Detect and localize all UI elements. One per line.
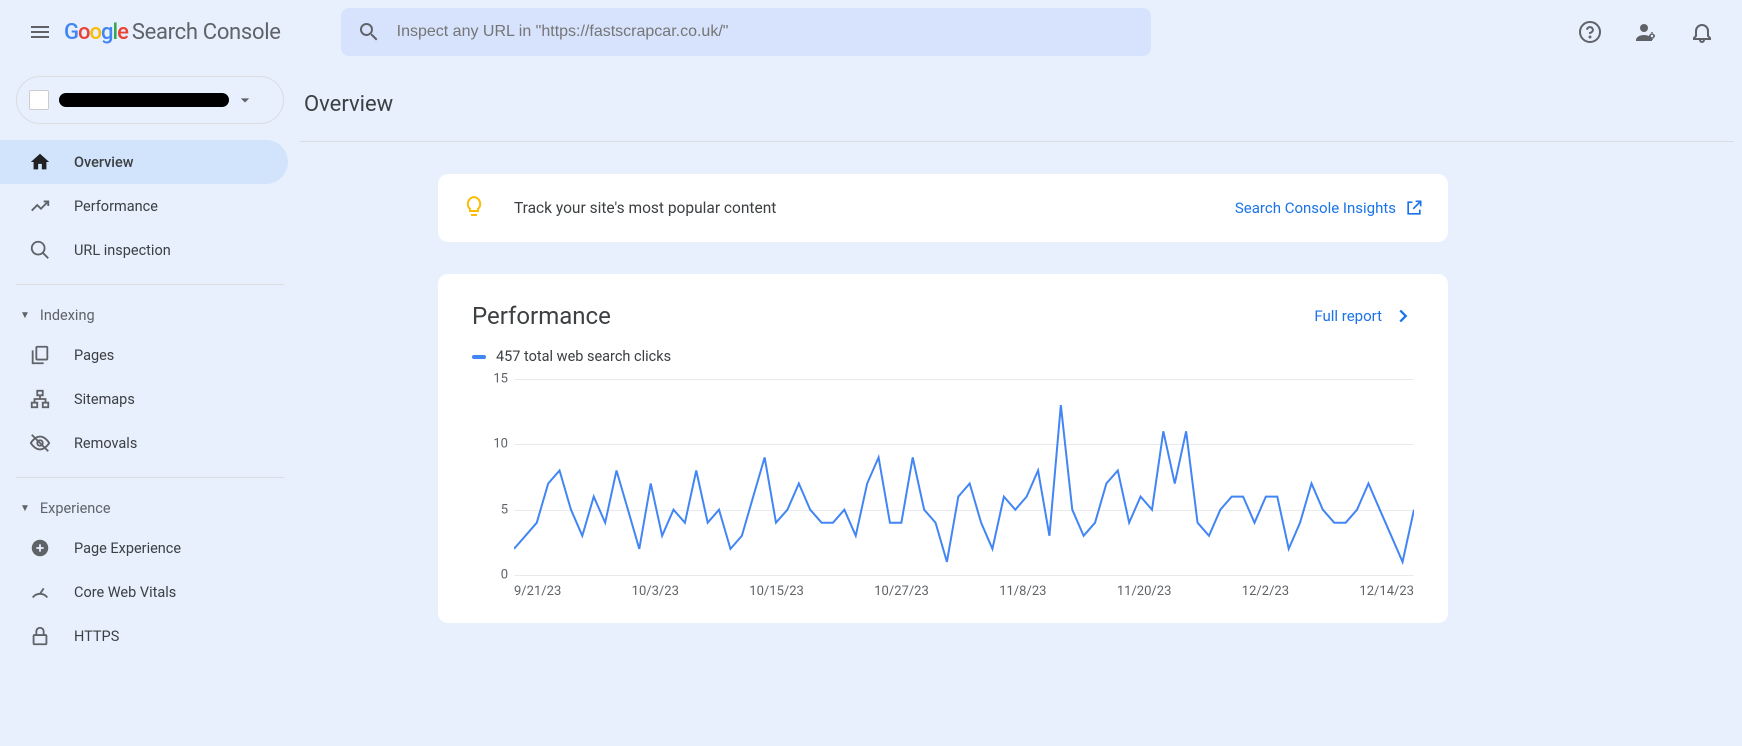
search-icon xyxy=(357,20,381,44)
search-icon xyxy=(28,238,52,262)
sidebar-item-label: Overview xyxy=(74,154,134,171)
speedometer-icon xyxy=(28,580,52,604)
performance-chart[interactable]: 0510159/21/2310/3/2310/15/2310/27/2311/8… xyxy=(482,379,1414,599)
sidebar: Overview Performance URL inspection ▼ In… xyxy=(0,64,300,746)
url-inspect-search[interactable] xyxy=(341,8,1151,56)
product-name: Search Console xyxy=(132,20,281,45)
insights-link[interactable]: Search Console Insights xyxy=(1235,198,1424,218)
chart-x-tick: 12/2/23 xyxy=(1242,584,1289,599)
home-icon xyxy=(28,150,52,174)
visibility-off-icon xyxy=(28,431,52,455)
chevron-down-icon: ▼ xyxy=(20,310,30,321)
sidebar-item-core-web-vitals[interactable]: Core Web Vitals xyxy=(0,570,288,614)
property-selector[interactable] xyxy=(16,76,284,124)
full-report-label: Full report xyxy=(1314,307,1382,325)
chart-line-series xyxy=(514,379,1414,575)
product-logo[interactable]: Google Search Console xyxy=(64,20,281,45)
circle-plus-icon xyxy=(28,536,52,560)
sidebar-item-https[interactable]: HTTPS xyxy=(0,614,288,658)
sidebar-item-page-experience[interactable]: Page Experience xyxy=(0,526,288,570)
chart-legend: 457 total web search clicks xyxy=(472,348,1414,365)
chart-y-tick: 0 xyxy=(501,568,508,583)
chart-x-tick: 12/14/23 xyxy=(1359,584,1414,599)
sidebar-section-label: Indexing xyxy=(40,307,95,324)
account-settings-button[interactable] xyxy=(1622,8,1670,56)
url-inspect-input[interactable] xyxy=(397,23,1135,41)
sidebar-item-label: Removals xyxy=(74,435,137,452)
chart-x-tick: 11/8/23 xyxy=(999,584,1046,599)
sidebar-item-label: HTTPS xyxy=(74,628,119,645)
sidebar-item-removals[interactable]: Removals xyxy=(0,421,288,465)
lock-icon xyxy=(28,624,52,648)
chart-x-axis: 9/21/23 10/3/23 10/15/23 10/27/23 11/8/23 11/… xyxy=(514,584,1414,599)
chart-y-tick: 10 xyxy=(493,437,508,452)
pages-icon xyxy=(28,343,52,367)
sidebar-item-label: Performance xyxy=(74,198,158,215)
performance-card: Performance Full report 457 total web se… xyxy=(438,274,1448,623)
sidebar-item-url-inspection[interactable]: URL inspection xyxy=(0,228,288,272)
chart-x-tick: 9/21/23 xyxy=(514,584,561,599)
sidebar-item-label: Sitemaps xyxy=(74,391,135,408)
sidebar-item-label: Pages xyxy=(74,347,114,364)
lightbulb-icon xyxy=(462,194,486,222)
google-logo: Google xyxy=(64,20,128,45)
sidebar-item-pages[interactable]: Pages xyxy=(0,333,288,377)
sidebar-item-label: Core Web Vitals xyxy=(74,584,176,601)
performance-card-title: Performance xyxy=(472,302,611,330)
sidebar-item-sitemaps[interactable]: Sitemaps xyxy=(0,377,288,421)
property-favicon xyxy=(29,90,49,110)
sidebar-section-indexing[interactable]: ▼ Indexing xyxy=(0,297,300,333)
sidebar-item-label: URL inspection xyxy=(74,242,171,259)
chart-y-tick: 5 xyxy=(501,502,508,517)
chevron-down-icon xyxy=(235,90,255,110)
open-in-new-icon xyxy=(1404,198,1424,218)
chart-x-tick: 10/3/23 xyxy=(632,584,679,599)
sidebar-section-experience[interactable]: ▼ Experience xyxy=(0,490,300,526)
chevron-down-icon: ▼ xyxy=(20,503,30,514)
menu-button[interactable] xyxy=(16,8,64,56)
help-button[interactable] xyxy=(1566,8,1614,56)
insights-text: Track your site's most popular content xyxy=(514,199,776,217)
chart-y-tick: 15 xyxy=(493,372,508,387)
legend-swatch xyxy=(472,355,486,359)
full-report-link[interactable]: Full report xyxy=(1314,305,1414,327)
sidebar-section-label: Experience xyxy=(40,500,111,517)
trending-icon xyxy=(28,194,52,218)
legend-text: 457 total web search clicks xyxy=(496,348,671,365)
chart-x-tick: 11/20/23 xyxy=(1117,584,1172,599)
insights-link-label: Search Console Insights xyxy=(1235,199,1396,217)
main-content: Overview Track your site's most popular … xyxy=(300,64,1742,746)
chart-x-tick: 10/27/23 xyxy=(874,584,929,599)
insights-card: Track your site's most popular content S… xyxy=(438,174,1448,242)
chart-gridline xyxy=(514,575,1414,576)
chart-x-tick: 10/15/23 xyxy=(749,584,804,599)
sidebar-item-performance[interactable]: Performance xyxy=(0,184,288,228)
sidebar-item-label: Page Experience xyxy=(74,540,181,557)
chevron-right-icon xyxy=(1392,305,1414,327)
sidebar-item-overview[interactable]: Overview xyxy=(0,140,288,184)
property-name-redacted xyxy=(59,93,229,107)
sitemap-icon xyxy=(28,387,52,411)
notifications-button[interactable] xyxy=(1678,8,1726,56)
page-title: Overview xyxy=(300,64,1734,141)
